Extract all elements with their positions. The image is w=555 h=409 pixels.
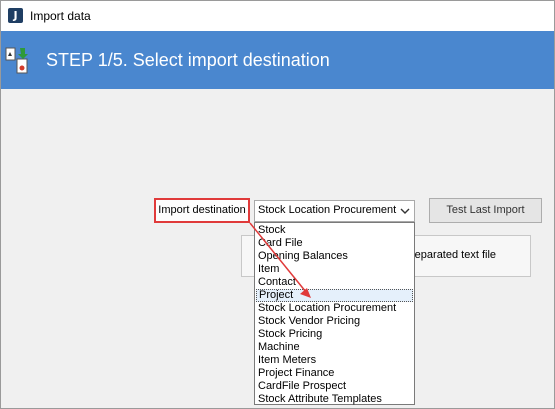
dropdown-item-card-file[interactable]: Card File	[256, 237, 413, 250]
window-title: Import data	[30, 9, 91, 23]
dropdown-item-item[interactable]: Item	[256, 263, 413, 276]
dropdown-item-stock-location-procurement[interactable]: Stock Location Procurement	[256, 302, 413, 315]
import-destination-label: Import destination	[154, 198, 250, 223]
dropdown-item-stock-attribute-templates[interactable]: Stock Attribute Templates	[256, 393, 413, 406]
test-last-import-button[interactable]: Test Last Import	[429, 198, 542, 223]
dropdown-item-item-meters[interactable]: Item Meters	[256, 354, 413, 367]
dropdown-item-stock-pricing[interactable]: Stock Pricing	[256, 328, 413, 341]
import-files-icon	[5, 47, 28, 74]
dropdown-item-opening-balances[interactable]: Opening Balances	[256, 250, 413, 263]
chevron-down-icon[interactable]	[398, 204, 412, 218]
app-logo-icon: J	[8, 8, 23, 23]
dropdown-item-cardfile-prospect[interactable]: CardFile Prospect	[256, 380, 413, 393]
dropdown-item-machine[interactable]: Machine	[256, 341, 413, 354]
dropdown-item-project-finance[interactable]: Project Finance	[256, 367, 413, 380]
selected-destination: Stock Location Procurement	[258, 204, 397, 216]
dropdown-item-stock[interactable]: Stock	[256, 224, 413, 237]
destination-dropdown-list[interactable]: Stock Card File Opening Balances Item Co…	[254, 222, 415, 405]
title-bar: J Import data	[1, 1, 554, 31]
dropdown-item-project[interactable]: Project	[256, 289, 413, 302]
step-title: STEP 1/5. Select import destination	[46, 50, 330, 70]
import-data-window: J Import data STEP 1/5. Select import de…	[0, 0, 555, 409]
dropdown-item-stock-vendor-pricing[interactable]: Stock Vendor Pricing	[256, 315, 413, 328]
import-destination-select[interactable]: Stock Location Procurement	[254, 200, 415, 222]
step-header: STEP 1/5. Select import destination	[1, 31, 554, 89]
dropdown-item-contact[interactable]: Contact	[256, 276, 413, 289]
